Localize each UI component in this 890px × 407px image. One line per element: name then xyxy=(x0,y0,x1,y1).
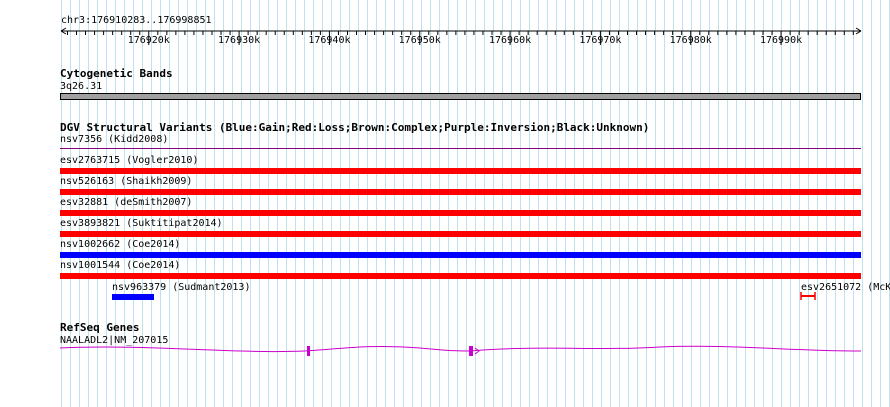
genome-browser: chr3:176910283..176998851 176920k 176930k… xyxy=(0,0,890,407)
variant-label[interactable]: nsv7356 (Kidd2008) xyxy=(60,134,168,146)
variant-bar[interactable] xyxy=(60,231,861,237)
cytoband-track-title[interactable]: Cytogenetic Bands xyxy=(60,67,173,80)
tick-label: 176960k xyxy=(488,35,532,46)
variant-label-nsv963379[interactable]: nsv963379 (Sudmant2013) xyxy=(112,282,250,294)
region-label: chr3:176910283..176998851 xyxy=(61,15,212,26)
ruler-ticks xyxy=(66,31,854,45)
tick-label: 176990k xyxy=(759,35,803,46)
gene-exon-2 xyxy=(469,346,473,356)
variant-label[interactable]: esv32881 (deSmith2007) xyxy=(60,197,192,209)
cytoband-bar[interactable] xyxy=(60,93,861,100)
variant-bar[interactable] xyxy=(60,168,861,174)
tick-label: 176920k xyxy=(127,35,170,46)
variant-label[interactable]: esv3893821 (Suktitipat2014) xyxy=(60,218,223,230)
variant-bar[interactable] xyxy=(60,252,861,258)
variant-bar[interactable] xyxy=(60,273,861,279)
tick-label: 176970k xyxy=(579,35,622,46)
variant-label[interactable]: nsv526163 (Shaikh2009) xyxy=(60,176,192,188)
gene-intron-line xyxy=(59,345,862,353)
cytoband-label: 3q26.31 xyxy=(60,81,103,92)
tick-label: 176930k xyxy=(218,35,261,46)
variant-bar[interactable] xyxy=(60,148,861,149)
ruler xyxy=(60,27,862,45)
dgv-track-title[interactable]: DGV Structural Variants (Blue:Gain;Red:L… xyxy=(60,121,649,134)
variant-bar-nsv963379[interactable] xyxy=(112,294,154,300)
refseq-track-title[interactable]: RefSeq Genes xyxy=(60,321,139,334)
gene-exon-1 xyxy=(307,346,310,356)
variant-bar-esv2651072[interactable] xyxy=(800,291,818,301)
variant-bar[interactable] xyxy=(60,210,861,216)
refseq-gene-model[interactable] xyxy=(0,340,890,362)
variant-label[interactable]: nsv1002662 (Coe2014) xyxy=(60,239,180,251)
tick-label: 176980k xyxy=(669,35,712,46)
variant-bar[interactable] xyxy=(60,189,861,195)
tick-label: 176940k xyxy=(308,35,351,46)
tick-label: 176950k xyxy=(398,35,441,46)
variant-label[interactable]: esv2763715 (Vogler2010) xyxy=(60,155,198,167)
variant-label[interactable]: nsv1001544 (Coe2014) xyxy=(60,260,180,272)
